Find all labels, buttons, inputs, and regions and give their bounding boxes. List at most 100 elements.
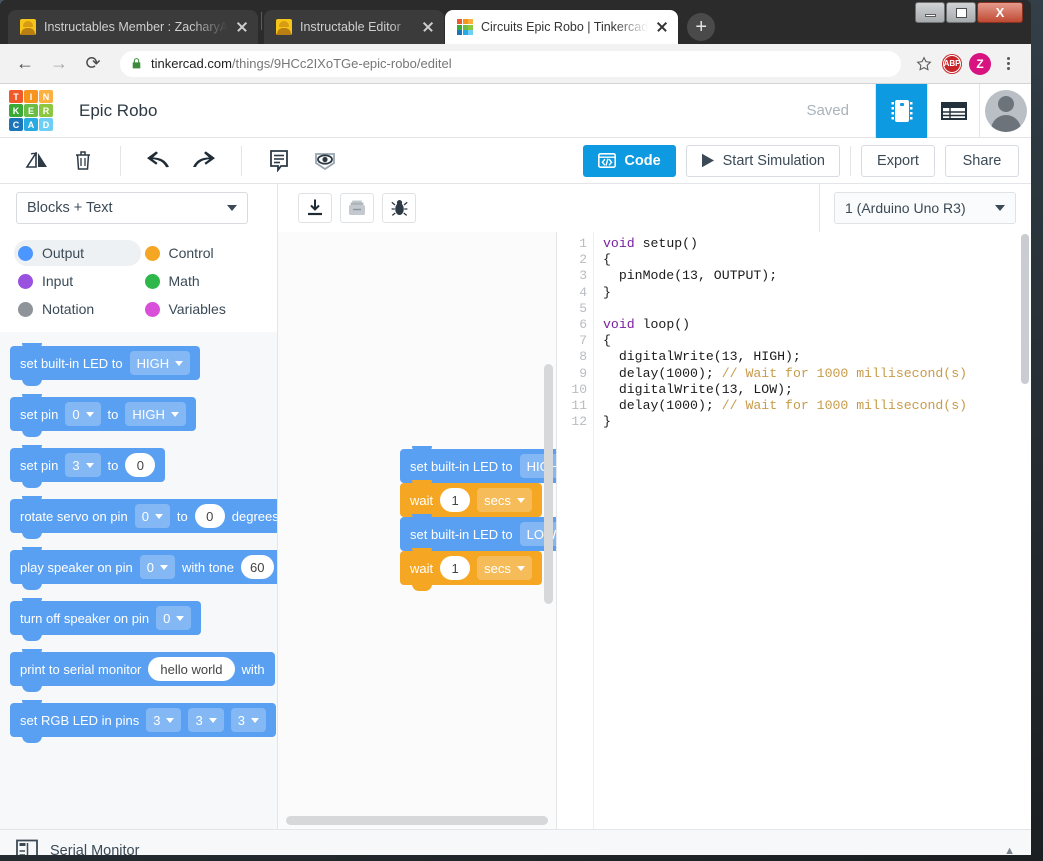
chevron-down-icon bbox=[995, 204, 1005, 211]
delete-tool[interactable] bbox=[60, 144, 106, 178]
category-color-dot bbox=[144, 273, 160, 289]
code-block[interactable]: wait 1 secs bbox=[400, 480, 542, 523]
block-dropdown[interactable]: 3 bbox=[65, 453, 101, 477]
window-close-button[interactable]: X bbox=[977, 2, 1023, 23]
logo-tile: N bbox=[39, 90, 53, 103]
play-icon bbox=[701, 153, 714, 168]
library-button[interactable] bbox=[340, 192, 374, 223]
adblock-plus-icon[interactable]: ABP bbox=[939, 51, 965, 77]
tab-close-icon[interactable] bbox=[420, 19, 436, 35]
code-block[interactable]: set built-in LED to HIGH bbox=[400, 446, 556, 489]
palette-category-output[interactable]: Output bbox=[14, 240, 141, 266]
chip-icon bbox=[891, 99, 912, 122]
circuit-view-button[interactable] bbox=[875, 84, 927, 138]
code-block[interactable]: set RGB LED in pins 3 3 3 bbox=[10, 700, 276, 743]
block-text-field[interactable]: hello world bbox=[148, 657, 235, 681]
tab-close-icon[interactable] bbox=[654, 19, 670, 35]
address-bar[interactable]: tinkercad.com/things/9HCc2IXoTGe-epic-ro… bbox=[120, 50, 901, 77]
reload-button[interactable]: ⟳ bbox=[78, 49, 108, 79]
visibility-tool[interactable] bbox=[302, 144, 348, 178]
code-vertical-scrollbar[interactable] bbox=[1021, 234, 1029, 384]
new-tab-button[interactable]: + bbox=[687, 13, 716, 41]
notes-tool[interactable] bbox=[256, 144, 302, 178]
serial-monitor-bar[interactable]: Serial Monitor ▲ bbox=[0, 829, 1031, 855]
block-dropdown[interactable]: secs bbox=[477, 556, 532, 580]
palette-category-variables[interactable]: Variables bbox=[141, 296, 268, 322]
redo-tool[interactable] bbox=[181, 144, 227, 178]
code-block[interactable]: play speaker on pin 0 with tone 60 bbox=[10, 547, 277, 590]
code-block[interactable]: wait 1 secs bbox=[400, 548, 542, 591]
undo-tool[interactable] bbox=[135, 144, 181, 178]
code-text[interactable]: void setup(){ pinMode(13, OUTPUT);} void… bbox=[593, 232, 1031, 829]
share-button[interactable]: Share bbox=[945, 144, 1019, 177]
browser-tab[interactable]: Circuits Epic Robo | Tinkercad bbox=[445, 10, 679, 44]
editor-mode-select[interactable]: Blocks + Text bbox=[16, 191, 248, 224]
workspace-vertical-scrollbar[interactable] bbox=[544, 364, 553, 604]
block-dropdown[interactable]: HIGH bbox=[125, 402, 186, 426]
block-number-field[interactable]: 1 bbox=[440, 488, 471, 512]
code-block[interactable]: set built-in LED to LOW bbox=[400, 514, 556, 557]
code-block[interactable]: rotate servo on pin 0 to 0 degrees bbox=[10, 496, 277, 539]
block-label: rotate servo on pin bbox=[20, 508, 128, 524]
code-token: { bbox=[603, 333, 611, 349]
block-dropdown[interactable]: 0 bbox=[65, 402, 101, 426]
block-number-field[interactable]: 0 bbox=[125, 453, 156, 477]
block-label: with bbox=[241, 661, 265, 677]
forward-button[interactable]: → bbox=[44, 49, 74, 79]
code-button[interactable]: Code bbox=[583, 144, 676, 177]
download-code-button[interactable] bbox=[298, 192, 332, 223]
tinkercad-logo[interactable]: TIN KER CAD bbox=[9, 90, 53, 131]
board-select[interactable]: 1 (Arduino Uno R3) bbox=[834, 191, 1016, 224]
block-dropdown[interactable]: 0 bbox=[134, 504, 170, 528]
palette-category-control[interactable]: Control bbox=[141, 240, 268, 266]
code-line: void loop() bbox=[603, 317, 1031, 333]
block-dropdown-value: 0 bbox=[141, 508, 149, 524]
debug-button[interactable] bbox=[382, 192, 416, 223]
code-panel[interactable]: 1 2 3 4 5 6 7 8 9 10 11 12 void setup(){ pinMode(13… bbox=[557, 232, 1031, 829]
chrome-menu-icon[interactable] bbox=[995, 51, 1021, 77]
workspace-horizontal-scrollbar[interactable] bbox=[286, 816, 548, 825]
code-block[interactable]: set built-in LED to HIGH bbox=[10, 343, 201, 386]
components-view-button[interactable] bbox=[927, 84, 979, 138]
block-dropdown[interactable]: HIGH bbox=[129, 351, 191, 375]
block-dropdown[interactable]: secs bbox=[477, 488, 532, 512]
block-dropdown[interactable]: 3 bbox=[146, 708, 182, 732]
palette-categories: Output Control Input Math Notation Variables bbox=[0, 232, 277, 332]
palette-category-notation[interactable]: Notation bbox=[14, 296, 141, 322]
tinkercad-icon bbox=[457, 19, 473, 35]
block-number-field[interactable]: 1 bbox=[440, 556, 471, 580]
mirror-tool[interactable] bbox=[14, 144, 60, 178]
block-label: play speaker on pin bbox=[20, 559, 133, 575]
block-number-field[interactable]: 0 bbox=[194, 504, 225, 528]
window-maximize-button[interactable] bbox=[946, 2, 976, 23]
chevron-down-icon bbox=[154, 513, 163, 519]
code-block[interactable]: print to serial monitor hello world with bbox=[10, 649, 275, 692]
header-right-group: Saved bbox=[806, 84, 1031, 138]
start-simulation-button[interactable]: Start Simulation bbox=[685, 144, 840, 177]
browser-tab[interactable]: Instructable Editor bbox=[264, 10, 444, 44]
block-dropdown[interactable]: 0 bbox=[156, 606, 192, 630]
block-dropdown[interactable]: 0 bbox=[139, 555, 175, 579]
block-stack[interactable]: set built-in LED to HIGH wait 1 secs set buil… bbox=[400, 446, 556, 591]
serial-monitor-expand-caret[interactable]: ▲ bbox=[1004, 845, 1015, 856]
block-label: set RGB LED in pins bbox=[20, 712, 140, 728]
palette-category-input[interactable]: Input bbox=[14, 268, 141, 294]
tab-close-icon[interactable] bbox=[234, 19, 250, 35]
blocks-workspace[interactable]: set built-in LED to HIGH wait 1 secs set buil… bbox=[278, 232, 557, 829]
user-avatar[interactable] bbox=[979, 84, 1031, 138]
palette-category-math[interactable]: Math bbox=[141, 268, 268, 294]
code-block[interactable]: set pin 3 to 0 bbox=[10, 445, 166, 488]
export-button[interactable]: Export bbox=[861, 144, 935, 177]
block-number-field[interactable]: 60 bbox=[241, 555, 274, 579]
back-button[interactable]: ← bbox=[10, 49, 40, 79]
bookmark-star-icon[interactable] bbox=[911, 51, 937, 77]
code-block[interactable]: turn off speaker on pin 0 bbox=[10, 598, 202, 641]
block-dropdown[interactable]: 3 bbox=[188, 708, 224, 732]
window-minimize-button[interactable] bbox=[915, 2, 945, 23]
save-status: Saved bbox=[806, 102, 849, 119]
code-block[interactable]: set pin 0 to HIGH bbox=[10, 394, 196, 437]
block-dropdown[interactable]: 3 bbox=[230, 708, 266, 732]
profile-avatar[interactable]: Z bbox=[967, 51, 993, 77]
browser-omnibox: ← → ⟳ tinkercad.com/things/9HCc2IXoTGe-e… bbox=[0, 44, 1031, 84]
browser-tab[interactable]: Instructables Member : ZacharyA bbox=[8, 10, 258, 44]
